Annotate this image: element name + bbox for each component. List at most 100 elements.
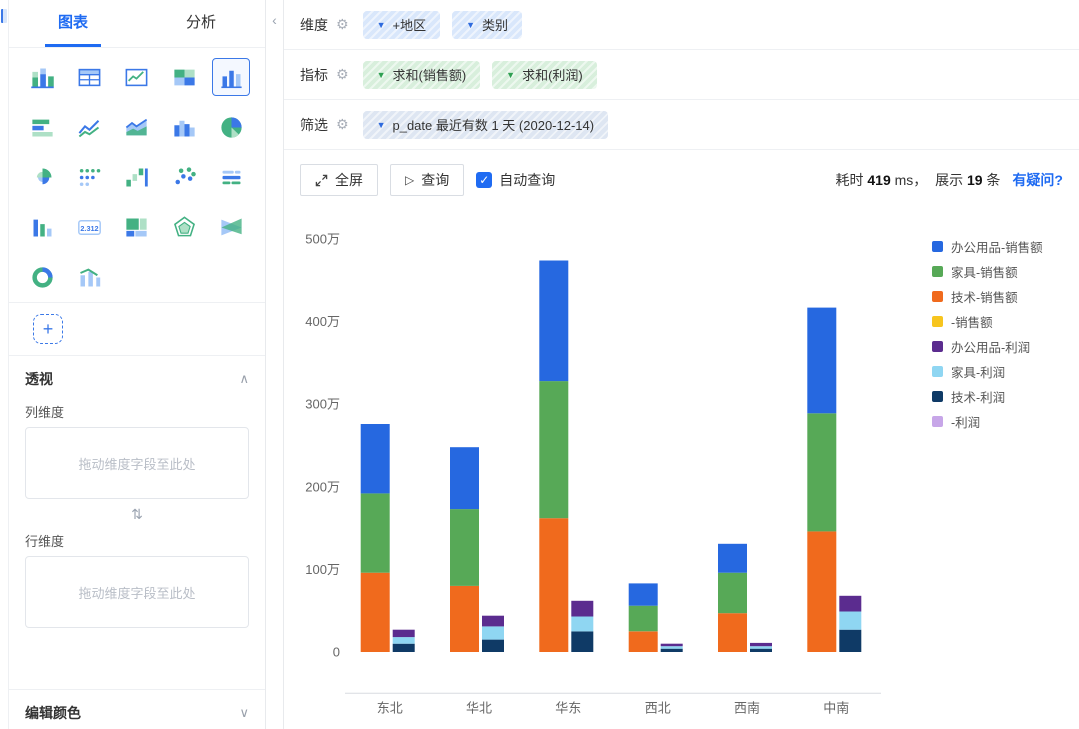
auto-query-checkbox[interactable]: ✓	[476, 172, 493, 188]
grid-table-icon[interactable]	[165, 58, 203, 96]
waterfall-icon[interactable]	[118, 158, 156, 196]
rank-chart-icon[interactable]	[24, 208, 62, 246]
legend-item[interactable]: 家具-销售额	[932, 259, 1043, 284]
bar-segment[interactable]	[571, 600, 594, 617]
bar-segment[interactable]	[360, 572, 390, 652]
query-button[interactable]: ▷ 查询	[390, 164, 465, 196]
bar-segment[interactable]	[450, 509, 479, 586]
pie-chart-icon[interactable]	[212, 108, 250, 146]
legend-item[interactable]: 家具-利润	[932, 359, 1043, 384]
filter-label: 筛选	[300, 116, 328, 133]
dimension-pill-category[interactable]: ▼ 类别	[452, 10, 523, 39]
bar-segment[interactable]	[839, 595, 862, 612]
tab-charts[interactable]: 图表	[9, 0, 137, 47]
measure-pill-sales[interactable]: ▼ 求和(销售额)	[362, 60, 481, 89]
legend-swatch	[932, 341, 943, 352]
bar-segment[interactable]	[718, 613, 747, 652]
bar-segment[interactable]	[482, 626, 504, 640]
bar-segment[interactable]	[839, 629, 862, 652]
combo-chart-icon[interactable]	[71, 258, 109, 296]
radar-icon[interactable]	[165, 208, 203, 246]
bar-segment[interactable]	[571, 631, 594, 652]
bar-segment[interactable]	[628, 605, 658, 632]
rose-chart-icon[interactable]	[24, 158, 62, 196]
bar-segment[interactable]	[450, 447, 479, 510]
bar-segment[interactable]	[539, 260, 569, 382]
bar-segment[interactable]	[660, 648, 683, 652]
bar-segment[interactable]	[718, 572, 747, 614]
bar-segment[interactable]	[482, 615, 504, 627]
legend-item[interactable]: -销售额	[932, 309, 1043, 334]
legend-item[interactable]: 技术-销售额	[932, 284, 1043, 309]
dimension-settings-icon[interactable]: ⚙	[336, 16, 349, 33]
sankey-icon[interactable]	[212, 208, 250, 246]
legend-swatch	[932, 391, 943, 402]
filter-pill-pdate[interactable]: ▼ p_date 最近有数 1 天 (2020-12-14)	[362, 110, 609, 139]
measure-settings-icon[interactable]: ⚙	[336, 66, 349, 83]
sidebar: 图表 分析 2.312 + 透视 ∧ 列维度 拖动维度字段至此处 ⇅ 行维度 拖…	[9, 0, 266, 729]
bar-segment[interactable]	[360, 493, 390, 573]
legend-item[interactable]: 办公用品-利润	[932, 334, 1043, 359]
legend-label: 家具-利润	[951, 366, 1006, 380]
treemap-icon[interactable]	[118, 208, 156, 246]
trend-table-icon[interactable]	[118, 58, 156, 96]
bar-segment[interactable]	[807, 413, 837, 532]
add-row: +	[9, 303, 265, 355]
line-chart-icon[interactable]	[71, 108, 109, 146]
collapse-sidebar-icon[interactable]: ‹	[272, 12, 277, 28]
legend-item[interactable]: -利润	[932, 409, 1043, 434]
panel-handle-icon[interactable]	[1, 9, 7, 23]
bar-segment[interactable]	[750, 642, 772, 647]
help-link[interactable]: 有疑问?	[1012, 170, 1063, 190]
column-chart-icon[interactable]	[212, 58, 251, 96]
bar-segment[interactable]	[628, 631, 658, 652]
legend-item[interactable]: 技术-利润	[932, 384, 1043, 409]
column-dimension-dropzone[interactable]: 拖动维度字段至此处	[25, 427, 249, 499]
bar-segment[interactable]	[450, 585, 479, 652]
measure-pill-profit[interactable]: ▼ 求和(利润)	[492, 60, 597, 89]
app-window: 图表 分析 2.312 + 透视 ∧ 列维度 拖动维度字段至此处 ⇅ 行维度 拖…	[0, 0, 1079, 729]
number-card-icon[interactable]: 2.312	[71, 208, 109, 246]
bar-segment[interactable]	[360, 424, 390, 494]
bar-segment[interactable]	[628, 583, 658, 606]
filter-settings-icon[interactable]: ⚙	[336, 116, 349, 133]
scatter-icon[interactable]	[165, 158, 203, 196]
collapse-strip: ‹	[266, 0, 284, 729]
bar-horizontal-icon[interactable]	[24, 108, 62, 146]
bar-segment[interactable]	[750, 646, 772, 649]
bar-segment[interactable]	[660, 646, 683, 649]
legend-item[interactable]: 办公用品-销售额	[932, 234, 1043, 259]
tab-analysis[interactable]: 分析	[137, 0, 265, 47]
bar-segment[interactable]	[718, 543, 747, 573]
bar-segment[interactable]	[807, 531, 837, 652]
bar-segment[interactable]	[539, 518, 569, 652]
bar-segment[interactable]	[571, 616, 594, 632]
bar-segment[interactable]	[539, 381, 569, 519]
bar-segment[interactable]	[482, 639, 504, 652]
dimension-pill-region[interactable]: ▼ +地区	[362, 10, 441, 39]
word-cloud-icon[interactable]	[212, 158, 250, 196]
legend-label: 办公用品-销售额	[951, 241, 1043, 255]
table-icon[interactable]	[71, 58, 109, 96]
bar-segment[interactable]	[839, 611, 862, 630]
bar-segment[interactable]	[392, 643, 415, 652]
swap-icon[interactable]: ⇅	[131, 506, 143, 523]
query-label: 查询	[421, 172, 450, 188]
y-tick-label: 100万	[305, 562, 340, 577]
bar-segment[interactable]	[392, 637, 415, 644]
histogram-icon[interactable]	[165, 108, 203, 146]
chevron-down-icon[interactable]: ∨	[239, 705, 249, 721]
dot-matrix-icon[interactable]	[71, 158, 109, 196]
pivot-section-header: 透视 ∧	[9, 356, 265, 395]
bar-segment[interactable]	[807, 307, 837, 414]
bar-segment[interactable]	[392, 629, 415, 638]
stacked-bar-icon[interactable]	[24, 58, 62, 96]
area-chart-icon[interactable]	[118, 108, 156, 146]
bar-segment[interactable]	[660, 643, 683, 647]
chevron-up-icon[interactable]: ∧	[239, 371, 249, 387]
fullscreen-button[interactable]: 全屏	[300, 164, 378, 196]
add-chart-button[interactable]: +	[33, 314, 63, 344]
bar-segment[interactable]	[750, 648, 772, 652]
row-dimension-dropzone[interactable]: 拖动维度字段至此处	[25, 556, 249, 628]
donut-chart-icon[interactable]	[24, 258, 62, 296]
